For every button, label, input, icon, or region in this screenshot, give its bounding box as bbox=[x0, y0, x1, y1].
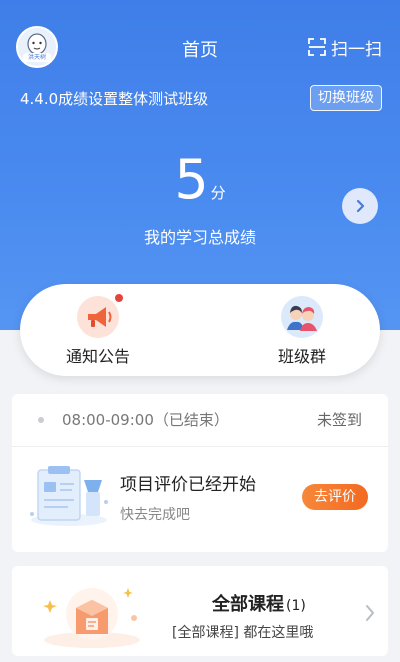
switch-class-button[interactable]: 切换班级 bbox=[310, 85, 382, 111]
score-label: 我的学习总成绩 bbox=[143, 228, 256, 247]
group-icon bbox=[281, 296, 323, 338]
divider bbox=[12, 446, 388, 447]
evaluation-title: 项目评价已经开始 bbox=[120, 475, 256, 495]
schedule-row[interactable]: 08:00-09:00（已结束） 未签到 bbox=[12, 394, 388, 446]
courses-title: 全部课程 (1) bbox=[212, 590, 306, 616]
scan-icon bbox=[308, 38, 326, 56]
evaluation-subtitle: 快去完成吧 bbox=[120, 507, 190, 523]
courses-title-text: 全部课程 bbox=[212, 594, 284, 615]
notice-button[interactable]: 通知公告 bbox=[38, 294, 158, 367]
class-group-label: 班级群 bbox=[277, 347, 326, 366]
scan-button[interactable]: 扫一扫 bbox=[307, 36, 382, 60]
checkin-status: 未签到 bbox=[316, 411, 362, 429]
courses-illustration bbox=[36, 578, 146, 654]
timeline-dot bbox=[38, 417, 44, 423]
notice-label: 通知公告 bbox=[65, 347, 130, 366]
all-courses-card[interactable]: 全部课程 (1) [全部课程] 都在这里哦 bbox=[12, 566, 388, 656]
evaluate-button[interactable]: 去评价 bbox=[302, 484, 368, 510]
score-display: 5分 bbox=[0, 150, 400, 210]
chevron-right-icon bbox=[364, 604, 376, 626]
quick-actions-card: 通知公告 班级群 bbox=[20, 284, 380, 376]
evaluation-illustration bbox=[28, 462, 110, 532]
notice-badge bbox=[115, 294, 123, 302]
score-unit: 分 bbox=[210, 184, 226, 202]
chevron-right-icon bbox=[356, 199, 365, 213]
class-group-button[interactable]: 班级群 bbox=[242, 296, 362, 367]
score-detail-button[interactable] bbox=[342, 188, 378, 224]
class-name: 4.4.0成绩设置整体测试班级 bbox=[20, 90, 209, 108]
task-card: 08:00-09:00（已结束） 未签到 项目评价已经开始 快去完成吧 去评价 bbox=[12, 394, 388, 552]
courses-count: (1) bbox=[286, 598, 306, 614]
scan-label: 扫一扫 bbox=[331, 39, 382, 60]
megaphone-icon bbox=[77, 294, 123, 338]
courses-subtitle: [全部课程] 都在这里哦 bbox=[172, 625, 314, 641]
schedule-time: 08:00-09:00（已结束） bbox=[62, 411, 229, 429]
score-value: 5 bbox=[174, 148, 209, 211]
